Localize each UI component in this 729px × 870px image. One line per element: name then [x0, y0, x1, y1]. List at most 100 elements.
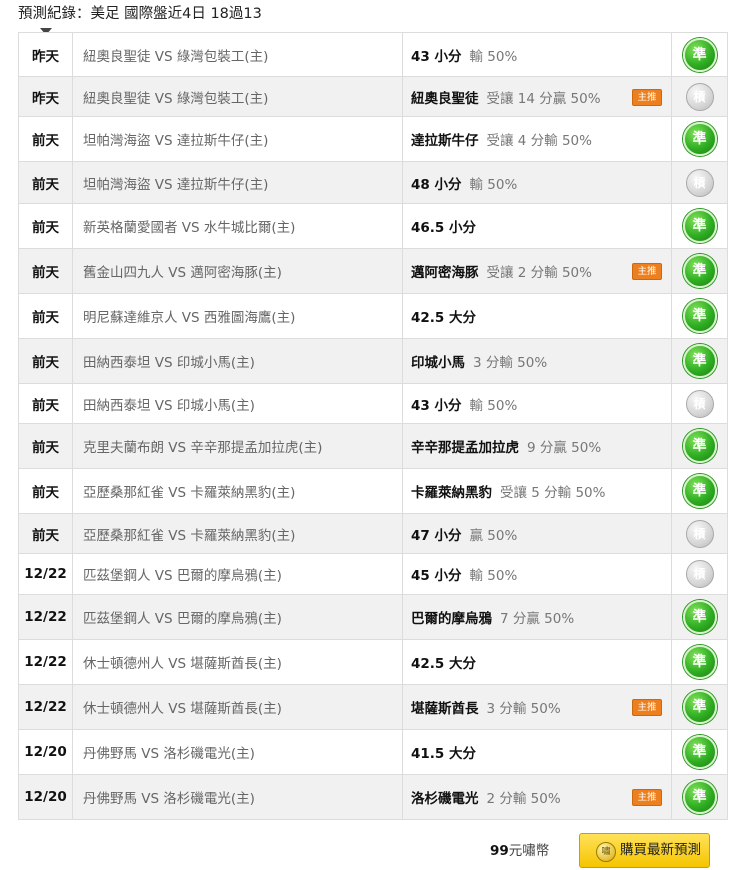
coin-icon: 嘯	[596, 842, 616, 862]
record-match: 丹佛野馬 VS 洛杉磯電光(主)	[72, 729, 403, 775]
record-pick: 46.5 小分	[411, 220, 477, 236]
page-title: 預測紀錄：美足 國際盤近4日 18過13	[18, 6, 262, 22]
record-pick-detail: 受讓 4 分輸 50%	[486, 133, 592, 149]
record-day: 前天	[18, 383, 73, 424]
record-pick-cell: 43 小分輸 50%	[402, 32, 672, 77]
record-row: 前天 坦帕灣海盜 VS 達拉斯牛仔(主) 達拉斯牛仔 受讓 4 分輸 50% 準	[18, 116, 728, 162]
record-result-cell: 槓	[671, 161, 728, 204]
record-match: 克里夫蘭布朗 VS 辛辛那提孟加拉虎(主)	[72, 423, 403, 469]
record-row: 前天 亞歷桑那紅雀 VS 卡羅萊納黑豹(主) 卡羅萊納黑豹 受讓 5 分輸 50% 準	[18, 468, 728, 514]
record-pick: 47 小分	[411, 527, 462, 544]
record-pick: 堪薩斯酋長	[411, 701, 479, 717]
record-pick-detail: 3 分輸 50%	[486, 701, 561, 717]
record-match: 坦帕灣海盜 VS 達拉斯牛仔(主)	[72, 161, 403, 204]
hit-badge-icon: 準	[682, 122, 717, 156]
record-pick: 巴爾的摩烏鴉	[411, 611, 492, 627]
record-row: 12/20 丹佛野馬 VS 洛杉磯電光(主) 41.5 大分 準	[18, 729, 728, 775]
record-day: 前天	[18, 116, 73, 162]
record-day: 12/20	[18, 774, 73, 820]
record-pick-cell: 46.5 小分	[402, 203, 672, 249]
record-result-cell: 準	[671, 423, 728, 469]
push-badge-icon: 槓	[685, 519, 714, 548]
record-row: 12/22 休士頓德州人 VS 堪薩斯酋長(主) 堪薩斯酋長 3 分輸 50% 主推 準	[18, 684, 728, 730]
buy-button-label: 購買最新預測	[620, 842, 701, 858]
record-day: 前天	[18, 248, 73, 294]
record-pick-cell: 紐奧良聖徒 受讓 14 分贏 50% 主推	[402, 76, 672, 117]
record-row: 前天 舊金山四九人 VS 邁阿密海豚(主) 邁阿密海豚 受讓 2 分輸 50% 主推 準	[18, 248, 728, 294]
record-day: 昨天	[18, 32, 73, 77]
record-row: 12/22 匹茲堡鋼人 VS 巴爾的摩烏鴉(主) 巴爾的摩烏鴉 7 分贏 50% 準	[18, 594, 728, 640]
record-result-cell: 準	[671, 116, 728, 162]
record-pick-detail: 2 分輸 50%	[486, 791, 561, 807]
record-result-cell: 準	[671, 248, 728, 294]
record-day: 12/22	[18, 684, 73, 730]
record-day: 昨天	[18, 76, 73, 117]
push-badge-icon: 槓	[685, 389, 714, 418]
record-row: 前天 新英格蘭愛國者 VS 水牛城比爾(主) 46.5 小分 準	[18, 203, 728, 249]
record-row: 前天 田納西泰坦 VS 印城小馬(主) 印城小馬 3 分輸 50% 準	[18, 338, 728, 384]
record-day: 前天	[18, 468, 73, 514]
record-pick-detail: 9 分贏 50%	[527, 440, 602, 456]
record-pick-detail: 輸 50%	[469, 48, 518, 65]
buy-prediction-button[interactable]: 嘯 購買最新預測	[579, 833, 710, 868]
record-result-cell: 槓	[671, 383, 728, 424]
record-day: 12/22	[18, 553, 73, 595]
record-pick-cell: 41.5 大分	[402, 729, 672, 775]
record-match: 田納西泰坦 VS 印城小馬(主)	[72, 383, 403, 424]
featured-tag: 主推	[632, 699, 662, 716]
record-day: 前天	[18, 513, 73, 554]
record-day: 前天	[18, 338, 73, 384]
record-match: 丹佛野馬 VS 洛杉磯電光(主)	[72, 774, 403, 820]
record-pick: 45 小分	[411, 568, 462, 584]
record-result-cell: 槓	[671, 553, 728, 595]
record-pick-cell: 印城小馬 3 分輸 50%	[402, 338, 672, 384]
record-match: 紐奧良聖徒 VS 綠灣包裝工(主)	[72, 76, 403, 117]
price-amount: 99	[490, 843, 509, 859]
record-pick-detail: 輸 50%	[469, 397, 518, 414]
record-pick: 邁阿密海豚	[411, 265, 479, 281]
record-pick: 48 小分	[411, 176, 462, 193]
hit-badge-icon: 準	[682, 474, 717, 508]
hit-badge-icon: 準	[682, 429, 717, 463]
record-result-cell: 準	[671, 774, 728, 820]
record-row: 昨天 紐奧良聖徒 VS 綠灣包裝工(主) 43 小分輸 50% 準	[18, 32, 728, 77]
record-match: 新英格蘭愛國者 VS 水牛城比爾(主)	[72, 203, 403, 249]
record-pick: 卡羅萊納黑豹	[411, 485, 492, 501]
record-match: 舊金山四九人 VS 邁阿密海豚(主)	[72, 248, 403, 294]
push-badge-icon: 槓	[685, 560, 714, 588]
record-pick-detail: 贏 50%	[469, 527, 518, 544]
record-pick-cell: 45 小分輸 50%	[402, 553, 672, 595]
record-match: 紐奧良聖徒 VS 綠灣包裝工(主)	[72, 32, 403, 77]
record-pick: 紐奧良聖徒	[411, 90, 479, 107]
hit-badge-icon: 準	[682, 299, 717, 333]
record-match: 休士頓德州人 VS 堪薩斯酋長(主)	[72, 684, 403, 730]
record-pick: 洛杉磯電光	[411, 791, 479, 807]
record-row: 昨天 紐奧良聖徒 VS 綠灣包裝工(主) 紐奧良聖徒 受讓 14 分贏 50% 主推 槓	[18, 76, 728, 117]
record-pick: 達拉斯牛仔	[411, 133, 479, 149]
record-pick-cell: 邁阿密海豚 受讓 2 分輸 50% 主推	[402, 248, 672, 294]
featured-tag: 主推	[632, 789, 662, 806]
hit-badge-icon: 準	[682, 600, 717, 634]
record-pick-cell: 堪薩斯酋長 3 分輸 50% 主推	[402, 684, 672, 730]
price-label: 99元嘯幣	[490, 838, 549, 864]
hit-badge-icon: 準	[682, 37, 717, 72]
record-result-cell: 槓	[671, 76, 728, 117]
featured-tag: 主推	[632, 88, 662, 106]
hit-badge-icon: 準	[682, 780, 717, 814]
record-day: 12/22	[18, 639, 73, 685]
record-row: 12/22 匹茲堡鋼人 VS 巴爾的摩烏鴉(主) 45 小分輸 50% 槓	[18, 553, 728, 595]
record-row: 12/22 休士頓德州人 VS 堪薩斯酋長(主) 42.5 大分 準	[18, 639, 728, 685]
record-pick-cell: 辛辛那提孟加拉虎 9 分贏 50%	[402, 423, 672, 469]
push-badge-icon: 槓	[685, 82, 714, 111]
record-pick-cell: 卡羅萊納黑豹 受讓 5 分輸 50%	[402, 468, 672, 514]
push-badge-icon: 槓	[685, 168, 714, 197]
record-result-cell: 準	[671, 338, 728, 384]
record-result-cell: 準	[671, 684, 728, 730]
hit-badge-icon: 準	[682, 645, 717, 679]
record-pick: 辛辛那提孟加拉虎	[411, 440, 519, 456]
record-match: 匹茲堡鋼人 VS 巴爾的摩烏鴉(主)	[72, 594, 403, 640]
record-match: 匹茲堡鋼人 VS 巴爾的摩烏鴉(主)	[72, 553, 403, 595]
record-row: 前天 田納西泰坦 VS 印城小馬(主) 43 小分輸 50% 槓	[18, 383, 728, 424]
hit-badge-icon: 準	[682, 344, 717, 378]
records-table: 昨天 紐奧良聖徒 VS 綠灣包裝工(主) 43 小分輸 50% 準昨天 紐奧良聖徒 VS…	[18, 32, 728, 820]
